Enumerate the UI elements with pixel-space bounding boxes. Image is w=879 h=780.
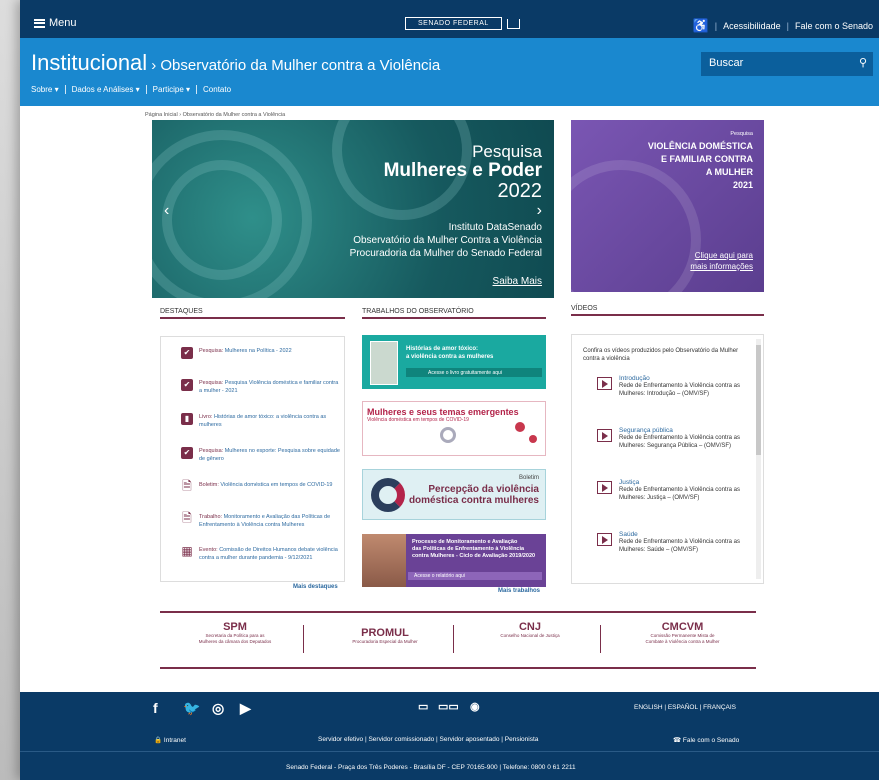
decor-ring [162,160,282,280]
side-banner-link[interactable]: Clique aqui para mais informações [690,250,753,272]
partner-promul[interactable]: PROMUL Procuradoria Especial da Mulher [320,627,450,645]
videos-scrollbar[interactable] [756,339,761,579]
video-item[interactable]: Segurança pública Rede de Enfrentamento à… [597,427,747,450]
facebook-icon[interactable]: f [153,700,158,716]
radio-senado-icon[interactable]: ◉ [470,700,480,713]
search-input[interactable]: Buscar ⚲ [701,52,873,76]
nav-contato[interactable]: Contato [197,85,237,94]
partner-cmcvm[interactable]: CMCVM Comissão Permanente Mista de Comba… [615,621,750,645]
book-cover [370,341,398,385]
breadcrumb[interactable]: Página Inicial › Observatório da Mulher … [145,112,285,118]
list-item[interactable]: ✔ Pesquisa: Mulheres no esporte: Pesquis… [181,447,341,463]
site-footer: f 🐦 ◎ ▶ ▭ ▭▭ ◉ ENGLISH | ESPAÑOL | FRANÇ… [20,692,879,780]
nav-sobre[interactable]: Sobre ▾ [31,85,66,94]
servidor-links[interactable]: Servidor efetivo | Servidor comissionado… [318,736,538,743]
list-item[interactable]: ▦ Evento: Comissão de Direitos Humanos d… [181,544,341,562]
destaques-heading: DESTAQUES [160,308,345,319]
browser-page: Menu SENADO FEDERAL ♿ | Acessibilidade |… [20,0,879,780]
book-icon: ▮ [181,413,193,425]
partner-logos: SPM Secretaria da Política para as Mulhe… [160,611,756,669]
list-item[interactable]: ✔ Pesquisa: Mulheres na Política - 2022 [181,347,341,359]
menu-button[interactable]: Menu [34,17,77,29]
more-trabalhos-link[interactable]: Mais trabalhos [498,588,540,594]
trabalho-banner-boletim[interactable]: Boletim Percepção da violência doméstica… [362,469,546,520]
scrollbar-thumb[interactable] [756,345,761,455]
page-title: Institucional › Observatório da Mulher c… [31,50,440,76]
trabalho-banner-book[interactable]: Histórias de amor tóxico: a violência co… [362,335,546,389]
hero-credits: Instituto DataSenado Observatório da Mul… [349,222,542,259]
side-banner-small: Pesquisa [730,131,753,137]
twitter-icon[interactable]: 🐦 [183,700,200,717]
contact-link[interactable]: Fale com o Senado [795,21,873,31]
video-item[interactable]: Introdução Rede de Enfrentamento à Violên… [597,375,747,398]
youtube-icon[interactable]: ▶ [240,700,251,717]
document-icon: 🗎 [182,511,192,525]
hero-line3: 2022 [497,180,543,202]
trabalhos-heading: TRABALHOS DO OBSERVATÓRIO [362,308,546,319]
check-icon: ✔ [181,347,193,359]
top-links: ♿ | Acessibilidade | Fale com o Senado [692,18,873,34]
title-main[interactable]: Institucional [31,50,147,76]
title-sub[interactable]: › Observatório da Mulher contra a Violên… [151,57,440,74]
footer-contact-link[interactable]: ☎ Fale com o Senado [673,736,739,744]
carousel-next-icon[interactable]: › [537,202,542,220]
hero-line1: Pesquisa [472,142,542,161]
intranet-link[interactable]: 🔒 Intranet [154,736,186,744]
videos-intro: Confira os vídeos produzidos pelo Observ… [583,348,739,362]
video-item[interactable]: Justiça Rede de Enfrentamento à Violência… [597,479,747,502]
accessibility-link[interactable]: Acessibilidade [723,21,781,31]
side-banner[interactable]: Pesquisa VIOLÊNCIA DOMÉSTICA E FAMILIAR … [571,120,764,292]
language-links[interactable]: ENGLISH | ESPAÑOL | FRANÇAIS [634,704,736,711]
boletim-logo-icon [371,478,405,512]
check-icon: ✔ [181,447,193,459]
hero-line2: Mulheres e Poder [383,160,542,181]
partner-spm[interactable]: SPM Secretaria da Política para as Mulhe… [175,621,295,645]
check-icon: ✔ [181,379,193,391]
document-icon: 🗎 [182,479,192,493]
search-placeholder: Buscar [709,57,744,69]
page-background [0,0,20,780]
hamburger-icon [34,18,45,28]
nav-dados-analises[interactable]: Dados e Análises ▾ [66,85,147,94]
play-icon[interactable] [597,481,612,494]
list-item[interactable]: ▮ Livro: Histórias de amor tóxico: a vio… [181,413,341,429]
play-icon[interactable] [597,377,612,390]
list-item[interactable]: 🗎 Boletim: Violência doméstica em tempos… [181,479,341,493]
hero-carousel[interactable]: ‹ › Pesquisa Mulheres e Poder 2022 Insti… [152,120,554,298]
more-destaques-link[interactable]: Mais destaques [293,584,338,590]
hero-cta-link[interactable]: Saiba Mais [493,276,542,287]
play-icon[interactable] [597,429,612,442]
list-item[interactable]: 🗎 Trabalho: Monitoramento e Avaliação da… [181,511,341,529]
videos-heading: VÍDEOS [571,305,764,316]
menu-label: Menu [49,17,77,29]
virus-icon [529,435,537,443]
destaques-list: ✔ Pesquisa: Mulheres na Política - 2022 … [160,336,345,582]
carousel-prev-icon[interactable]: ‹ [164,202,169,220]
tv-icon [506,18,520,29]
search-icon[interactable]: ⚲ [859,56,867,69]
side-banner-title: VIOLÊNCIA DOMÉSTICA E FAMILIAR CONTRA A … [647,141,753,190]
instagram-icon[interactable]: ◎ [212,700,224,717]
nav-participe[interactable]: Participe ▾ [147,85,198,94]
site-header: Institucional › Observatório da Mulher c… [20,38,879,106]
book-cta: Acesse o livro gratuitamente aqui [406,368,542,377]
hand-photo [362,534,406,587]
list-item[interactable]: ✔ Pesquisa: Pesquisa Violência doméstica… [181,379,341,395]
footer-address: Senado Federal - Praça dos Três Poderes … [286,764,576,771]
tv-senado-icon[interactable]: ▭ [418,700,428,713]
senado-logo[interactable]: SENADO FEDERAL [405,17,520,30]
video-item[interactable]: Saúde Rede de Enfrentamento à Violência c… [597,531,747,554]
videos-list: Confira os vídeos produzidos pelo Observ… [571,334,764,584]
accessibility-icon[interactable]: ♿ [693,18,709,34]
partner-cnj[interactable]: CNJ Conselho Nacional de Justiça [465,621,595,639]
female-symbol-icon [440,427,456,443]
trabalho-banner-temas[interactable]: Mulheres e seus temas emergentes Violênc… [362,401,546,456]
trabalho-banner-monitoramento[interactable]: Processo de Monitoramento e Avaliação da… [362,534,546,587]
main-nav: Sobre ▾ Dados e Análises ▾ Participe ▾ C… [31,85,237,94]
agencia-senado-icon[interactable]: ▭▭ [438,700,459,713]
calendar-icon: ▦ [181,544,193,558]
senado-logo-text: SENADO FEDERAL [405,17,502,30]
virus-icon [515,422,525,432]
play-icon[interactable] [597,533,612,546]
